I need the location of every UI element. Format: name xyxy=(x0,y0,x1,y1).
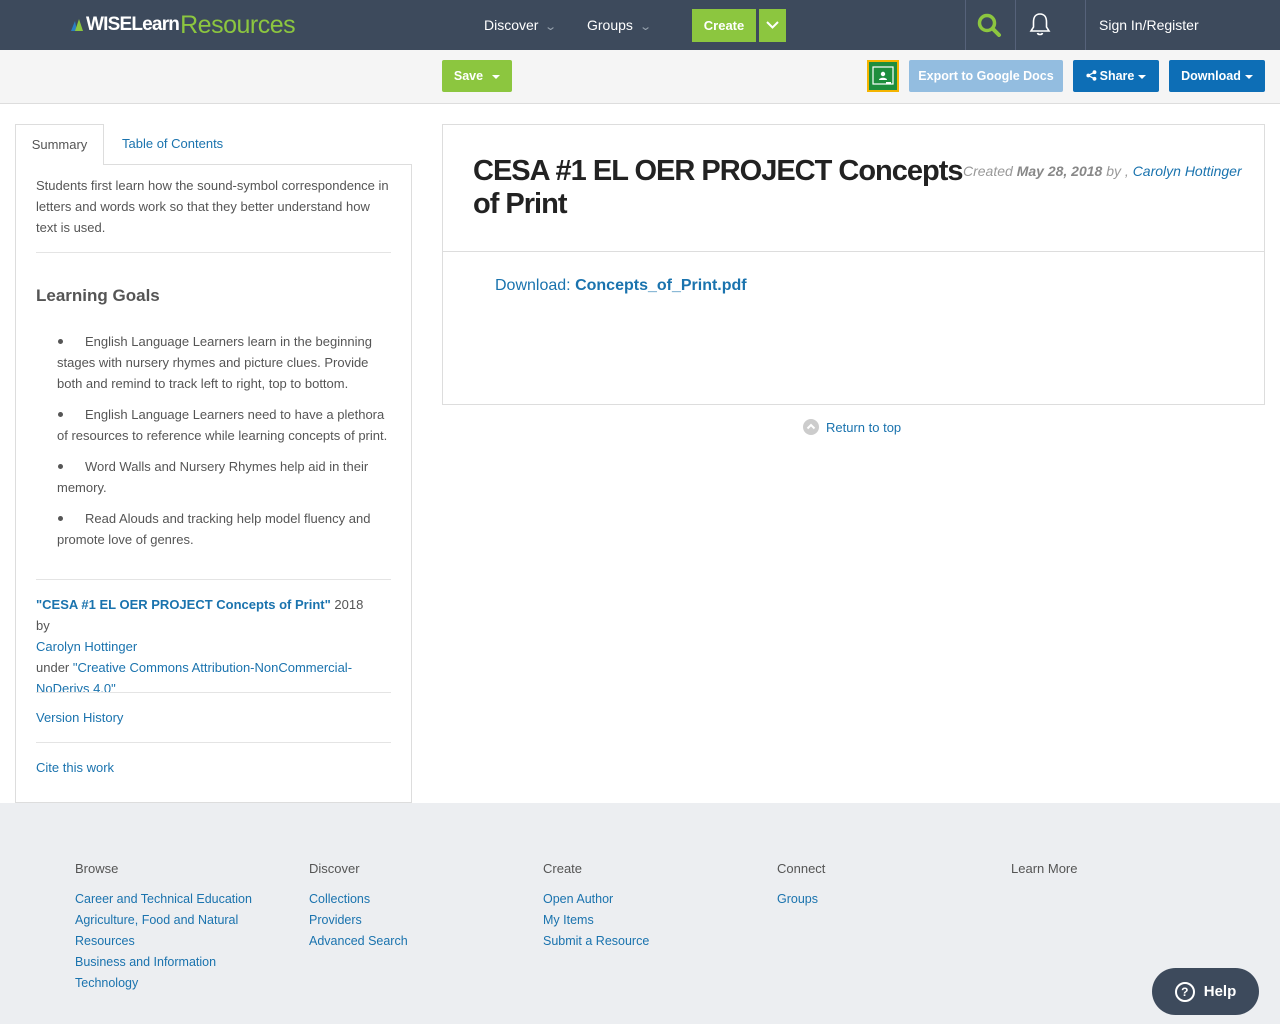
share-button-label: Share xyxy=(1099,69,1135,83)
bell-icon[interactable] xyxy=(1029,12,1051,40)
footer-link[interactable]: Groups xyxy=(777,889,957,910)
resource-header: CESA #1 EL OER PROJECT Concepts of Print… xyxy=(443,125,1264,252)
summary-sidebar: Summary Table of Contents Students first… xyxy=(15,124,412,803)
logo-leaf-icon xyxy=(70,17,84,33)
footer-link[interactable]: Submit a Resource xyxy=(543,931,723,952)
footer-create-heading: Create xyxy=(543,861,583,876)
site-logo[interactable]: WISELearn Resources xyxy=(70,10,296,40)
resource-card: CESA #1 EL OER PROJECT Concepts of Print… xyxy=(442,124,1265,405)
download-button[interactable]: Download xyxy=(1169,60,1265,92)
footer-link[interactable]: Collections xyxy=(309,889,489,910)
nav-divider xyxy=(1085,0,1086,50)
footer-discover: Discover Collections Providers Advanced … xyxy=(309,861,489,952)
learning-goals-heading: Learning Goals xyxy=(36,286,160,305)
download-line: Download: Concepts_of_Print.pdf xyxy=(495,277,747,295)
footer-link[interactable]: My Items xyxy=(543,910,723,931)
nav-divider xyxy=(965,0,966,50)
caret-down-icon xyxy=(1244,74,1253,79)
footer-link[interactable]: Career and Technical Education xyxy=(75,889,255,910)
chevron-down-icon xyxy=(766,21,779,29)
nav-discover-label: Discover xyxy=(484,17,539,33)
search-icon[interactable] xyxy=(977,13,1003,40)
top-navbar: WISELearn Resources Discover ⌄ Groups ⌄ Cr… xyxy=(0,0,1280,50)
summary-panel: Students first learn how the sound-symbo… xyxy=(15,164,412,803)
download-label: Download: xyxy=(495,277,571,294)
caret-down-icon xyxy=(492,74,501,79)
footer-connect-heading: Connect xyxy=(777,861,826,876)
return-to-top-link[interactable]: Return to top xyxy=(803,419,901,435)
author-link[interactable]: Carolyn Hottinger xyxy=(1133,163,1242,179)
attribution-author-link[interactable]: Carolyn Hottinger xyxy=(36,639,137,654)
tab-table-of-contents[interactable]: Table of Contents xyxy=(122,124,223,165)
create-dropdown-toggle[interactable] xyxy=(759,9,786,42)
nav-groups-label: Groups xyxy=(587,17,633,33)
export-google-docs-button[interactable]: Export to Google Docs xyxy=(909,60,1063,92)
chevron-down-icon: ⌄ xyxy=(544,21,558,33)
help-button[interactable]: ? Help xyxy=(1152,968,1259,1015)
learning-goals-list: English Language Learners learn in the b… xyxy=(57,331,392,560)
footer-discover-heading: Discover xyxy=(309,861,360,876)
by-label: by , xyxy=(1106,163,1129,179)
footer-link[interactable]: Open Author xyxy=(543,889,723,910)
footer-learn-more-heading: Learn More xyxy=(1011,861,1078,876)
download-file-name: Concepts_of_Print.pdf xyxy=(575,277,747,294)
license-link[interactable]: "Creative Commons Attribution-NonCommerc… xyxy=(36,660,352,696)
resource-meta: Created May 28, 2018 by , Carolyn Hottin… xyxy=(963,163,1242,179)
chevron-down-icon: ⌄ xyxy=(639,21,652,33)
nav-discover[interactable]: Discover ⌄ xyxy=(484,0,558,50)
footer-browse-heading: Browse xyxy=(75,861,119,876)
logo-text-wiselearn: WISELearn xyxy=(86,14,180,35)
cite-this-work-link[interactable]: Cite this work xyxy=(36,760,114,775)
create-button[interactable]: Create xyxy=(692,9,756,42)
learning-goal-item: Word Walls and Nursery Rhymes help aid i… xyxy=(57,456,392,498)
footer-connect: Connect Groups xyxy=(777,861,957,910)
attribution: "CESA #1 EL OER PROJECT Concepts of Prin… xyxy=(36,594,376,699)
version-history-link[interactable]: Version History xyxy=(36,710,123,725)
nav-groups[interactable]: Groups ⌄ xyxy=(587,0,652,50)
created-date: May 28, 2018 xyxy=(1016,163,1103,179)
footer-link[interactable]: Advanced Search xyxy=(309,931,489,952)
learning-goal-item: Read Alouds and tracking help model flue… xyxy=(57,508,392,550)
divider xyxy=(36,742,391,743)
google-classroom-icon[interactable] xyxy=(867,60,899,92)
learning-goal-item: English Language Learners learn in the b… xyxy=(57,331,392,394)
resource-title: CESA #1 EL OER PROJECT Concepts of Print xyxy=(473,155,964,220)
footer-learn-more: Learn More xyxy=(1011,861,1191,889)
tab-summary[interactable]: Summary xyxy=(15,124,104,165)
share-button[interactable]: Share xyxy=(1073,60,1159,92)
logo-text-resources: Resources xyxy=(180,10,296,39)
site-footer: Browse Career and Technical Education Ag… xyxy=(0,803,1280,1024)
share-icon xyxy=(1086,61,1097,93)
divider xyxy=(36,579,391,580)
footer-link[interactable]: Agriculture, Food and Natural Resources xyxy=(75,910,255,952)
question-icon: ? xyxy=(1174,981,1195,1002)
attribution-under: under xyxy=(36,660,73,675)
return-to-top-label: Return to top xyxy=(826,419,902,435)
footer-link[interactable]: Providers xyxy=(309,910,489,931)
caret-down-icon xyxy=(1138,74,1147,79)
save-button[interactable]: Save xyxy=(442,60,512,92)
save-button-label: Save xyxy=(453,69,484,83)
summary-text: Students first learn how the sound-symbo… xyxy=(36,178,389,235)
nav-divider xyxy=(1015,0,1016,50)
attribution-title-link[interactable]: "CESA #1 EL OER PROJECT Concepts of Prin… xyxy=(36,597,331,612)
footer-browse: Browse Career and Technical Education Ag… xyxy=(75,861,255,994)
divider xyxy=(36,692,391,693)
created-label: Created xyxy=(963,163,1013,179)
download-file-link[interactable]: Concepts_of_Print.pdf xyxy=(575,277,747,294)
footer-create: Create Open Author My Items Submit a Res… xyxy=(543,861,723,952)
help-label: Help xyxy=(1203,983,1237,1000)
divider xyxy=(36,252,391,253)
arrow-up-circle-icon xyxy=(803,419,819,435)
sign-in-register-link[interactable]: Sign In/Register xyxy=(1099,0,1199,50)
footer-link[interactable]: Business and Information Technology xyxy=(75,952,255,994)
learning-goal-item: English Language Learners need to have a… xyxy=(57,404,392,446)
download-button-label: Download xyxy=(1181,69,1241,83)
